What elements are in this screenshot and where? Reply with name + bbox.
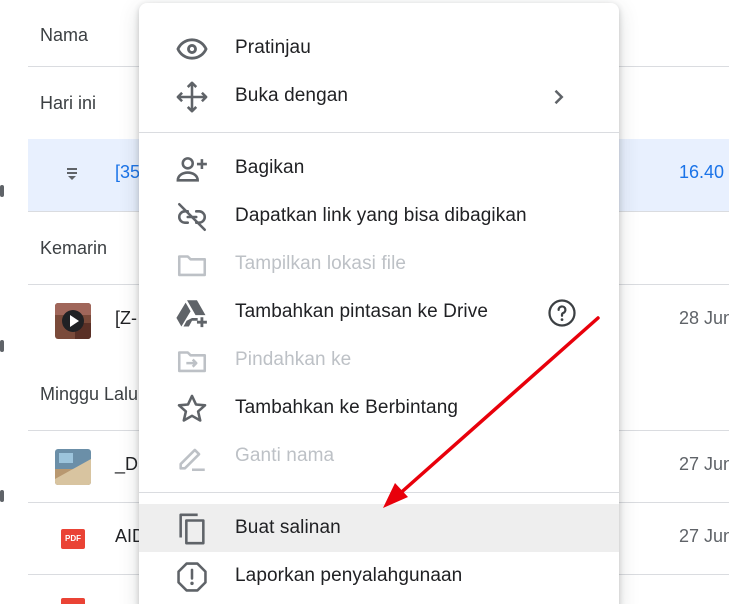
- link-icon: [175, 200, 209, 234]
- scroll-marker: [0, 490, 4, 502]
- column-header-name[interactable]: Nama: [40, 25, 88, 46]
- section-today: Hari ini: [40, 93, 97, 113]
- menu-item-get-link[interactable]: Dapatkan link yang bisa dibagikan: [139, 192, 619, 240]
- menu-item-label: Pratinjau: [235, 37, 311, 58]
- menu-item-preview[interactable]: Pratinjau: [139, 24, 619, 72]
- menu-item-label: Ganti nama: [235, 445, 335, 466]
- menu-item-report-abuse[interactable]: Laporkan penyalahgunaan: [139, 552, 619, 600]
- person-add-icon: [175, 152, 209, 186]
- file-name[interactable]: [35: [115, 162, 140, 183]
- menu-divider: [139, 132, 619, 133]
- move-to-folder-icon: [175, 344, 209, 378]
- menu-item-label: Buka dengan: [235, 85, 349, 106]
- copy-icon: [175, 512, 209, 546]
- menu-item-label: Tampilkan lokasi file: [235, 253, 407, 274]
- file-date: 27 Jun: [679, 526, 729, 546]
- menu-item-make-copy[interactable]: Buat salinan: [139, 504, 619, 552]
- file-date: 16.40: [679, 162, 725, 182]
- section-last-week: Minggu Lalu: [40, 384, 139, 404]
- menu-item-label: Bagikan: [235, 157, 305, 178]
- folder-icon: [175, 248, 209, 282]
- menu-item-label: Buat salinan: [235, 517, 341, 538]
- menu-item-label: Tambahkan pintasan ke Drive: [235, 301, 489, 322]
- file-type-icon: [66, 167, 78, 181]
- menu-item-label: Laporkan penyalahgunaan: [235, 565, 463, 586]
- scroll-marker: [0, 340, 4, 352]
- menu-item-label: Dapatkan link yang bisa dibagikan: [235, 205, 527, 226]
- pdf-icon: [61, 598, 85, 604]
- menu-item-add-shortcut[interactable]: Tambahkan pintasan ke Drive: [139, 288, 619, 336]
- file-name[interactable]: [Z-: [115, 308, 137, 329]
- menu-item-rename: Ganti nama: [139, 432, 619, 480]
- menu-item-open-with[interactable]: Buka dengan: [139, 72, 619, 120]
- pdf-icon: PDF: [61, 529, 85, 549]
- menu-item-show-file-location: Tampilkan lokasi file: [139, 240, 619, 288]
- star-icon: [175, 392, 209, 426]
- video-thumbnail: [55, 303, 91, 339]
- report-icon: [175, 560, 209, 594]
- move-arrows-icon: [175, 80, 209, 114]
- menu-item-move-to: Pindahkan ke: [139, 336, 619, 384]
- menu-item-label: Tambahkan ke Berbintang: [235, 397, 459, 418]
- pencil-icon: [175, 440, 209, 474]
- section-yesterday: Kemarin: [40, 238, 108, 258]
- chevron-right-icon: [543, 82, 573, 112]
- help-icon[interactable]: [547, 298, 577, 328]
- eye-icon: [175, 32, 209, 66]
- file-date: 28 Jun: [679, 308, 729, 328]
- menu-item-label: Pindahkan ke: [235, 349, 352, 370]
- drive-add-icon: [175, 296, 209, 330]
- menu-divider: [139, 492, 619, 493]
- menu-item-share[interactable]: Bagikan: [139, 144, 619, 192]
- menu-item-add-to-starred[interactable]: Tambahkan ke Berbintang: [139, 384, 619, 432]
- context-menu: Pratinjau Buka dengan Bagikan Dapatkan l…: [139, 3, 619, 604]
- file-date: 27 Jun: [679, 454, 729, 474]
- scroll-marker: [0, 185, 4, 197]
- image-thumbnail: [55, 449, 91, 485]
